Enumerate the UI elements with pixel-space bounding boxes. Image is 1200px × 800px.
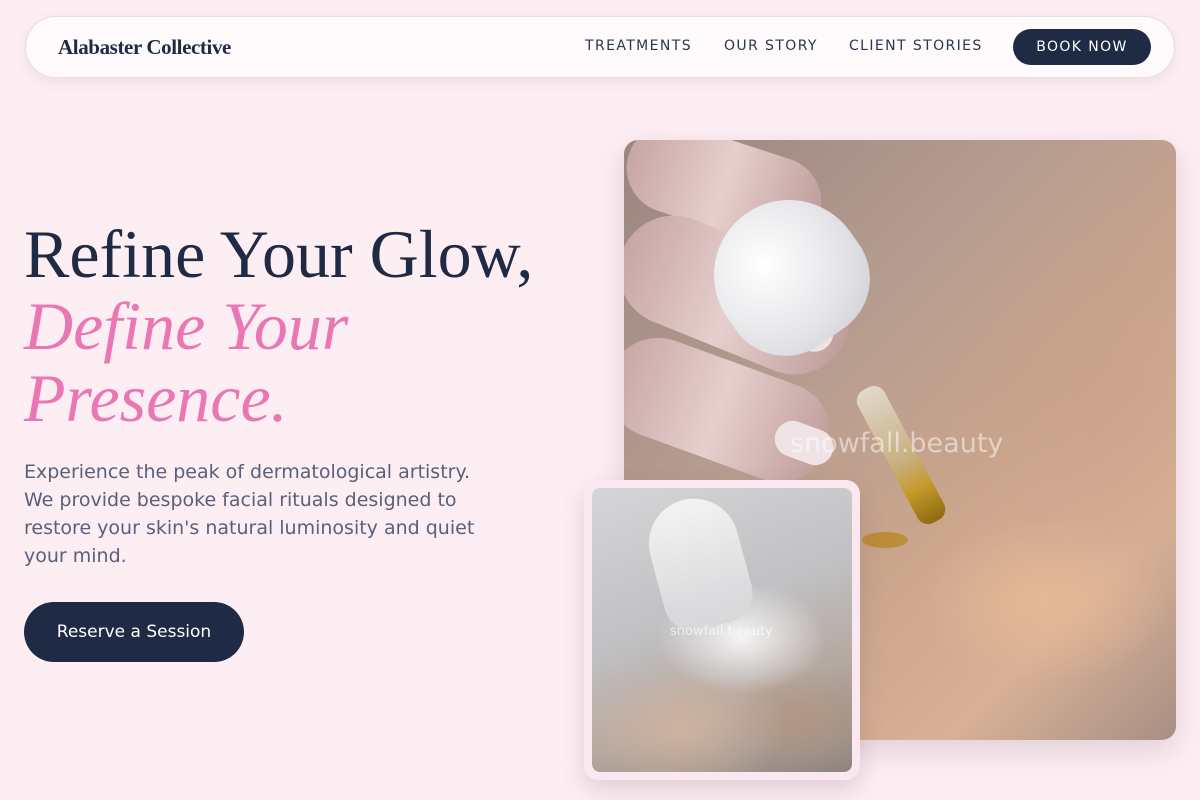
- oil-drop: [862, 532, 908, 548]
- book-now-button[interactable]: BOOK NOW: [1013, 29, 1151, 65]
- headline-line-1: Refine Your Glow,: [24, 216, 534, 292]
- image-watermark: snowfall.beauty: [790, 428, 1004, 459]
- nav-link-treatments[interactable]: TREATMENTS: [585, 38, 692, 54]
- image-watermark-small: snowfall.beauty: [670, 624, 773, 639]
- nav-link-our-story[interactable]: OUR STORY: [724, 38, 818, 54]
- nav-link-client-stories[interactable]: CLIENT STORIES: [849, 38, 983, 54]
- secondary-image-card: snowfall.beauty: [584, 480, 860, 780]
- gloved-hand-shape: [638, 488, 760, 638]
- secondary-image-steam-facial: snowfall.beauty: [592, 488, 852, 772]
- headline-line-3: Presence.: [24, 360, 288, 436]
- top-navbar: Alabaster Collective TREATMENTS OUR STOR…: [25, 16, 1175, 78]
- hero-headline: Refine Your Glow, Define Your Presence.: [24, 218, 533, 434]
- hero-description: Experience the peak of dermatological ar…: [24, 461, 475, 567]
- reserve-session-button[interactable]: Reserve a Session: [24, 602, 244, 662]
- brand-logo[interactable]: Alabaster Collective: [58, 35, 231, 60]
- headline-line-2: Define Your: [24, 288, 349, 364]
